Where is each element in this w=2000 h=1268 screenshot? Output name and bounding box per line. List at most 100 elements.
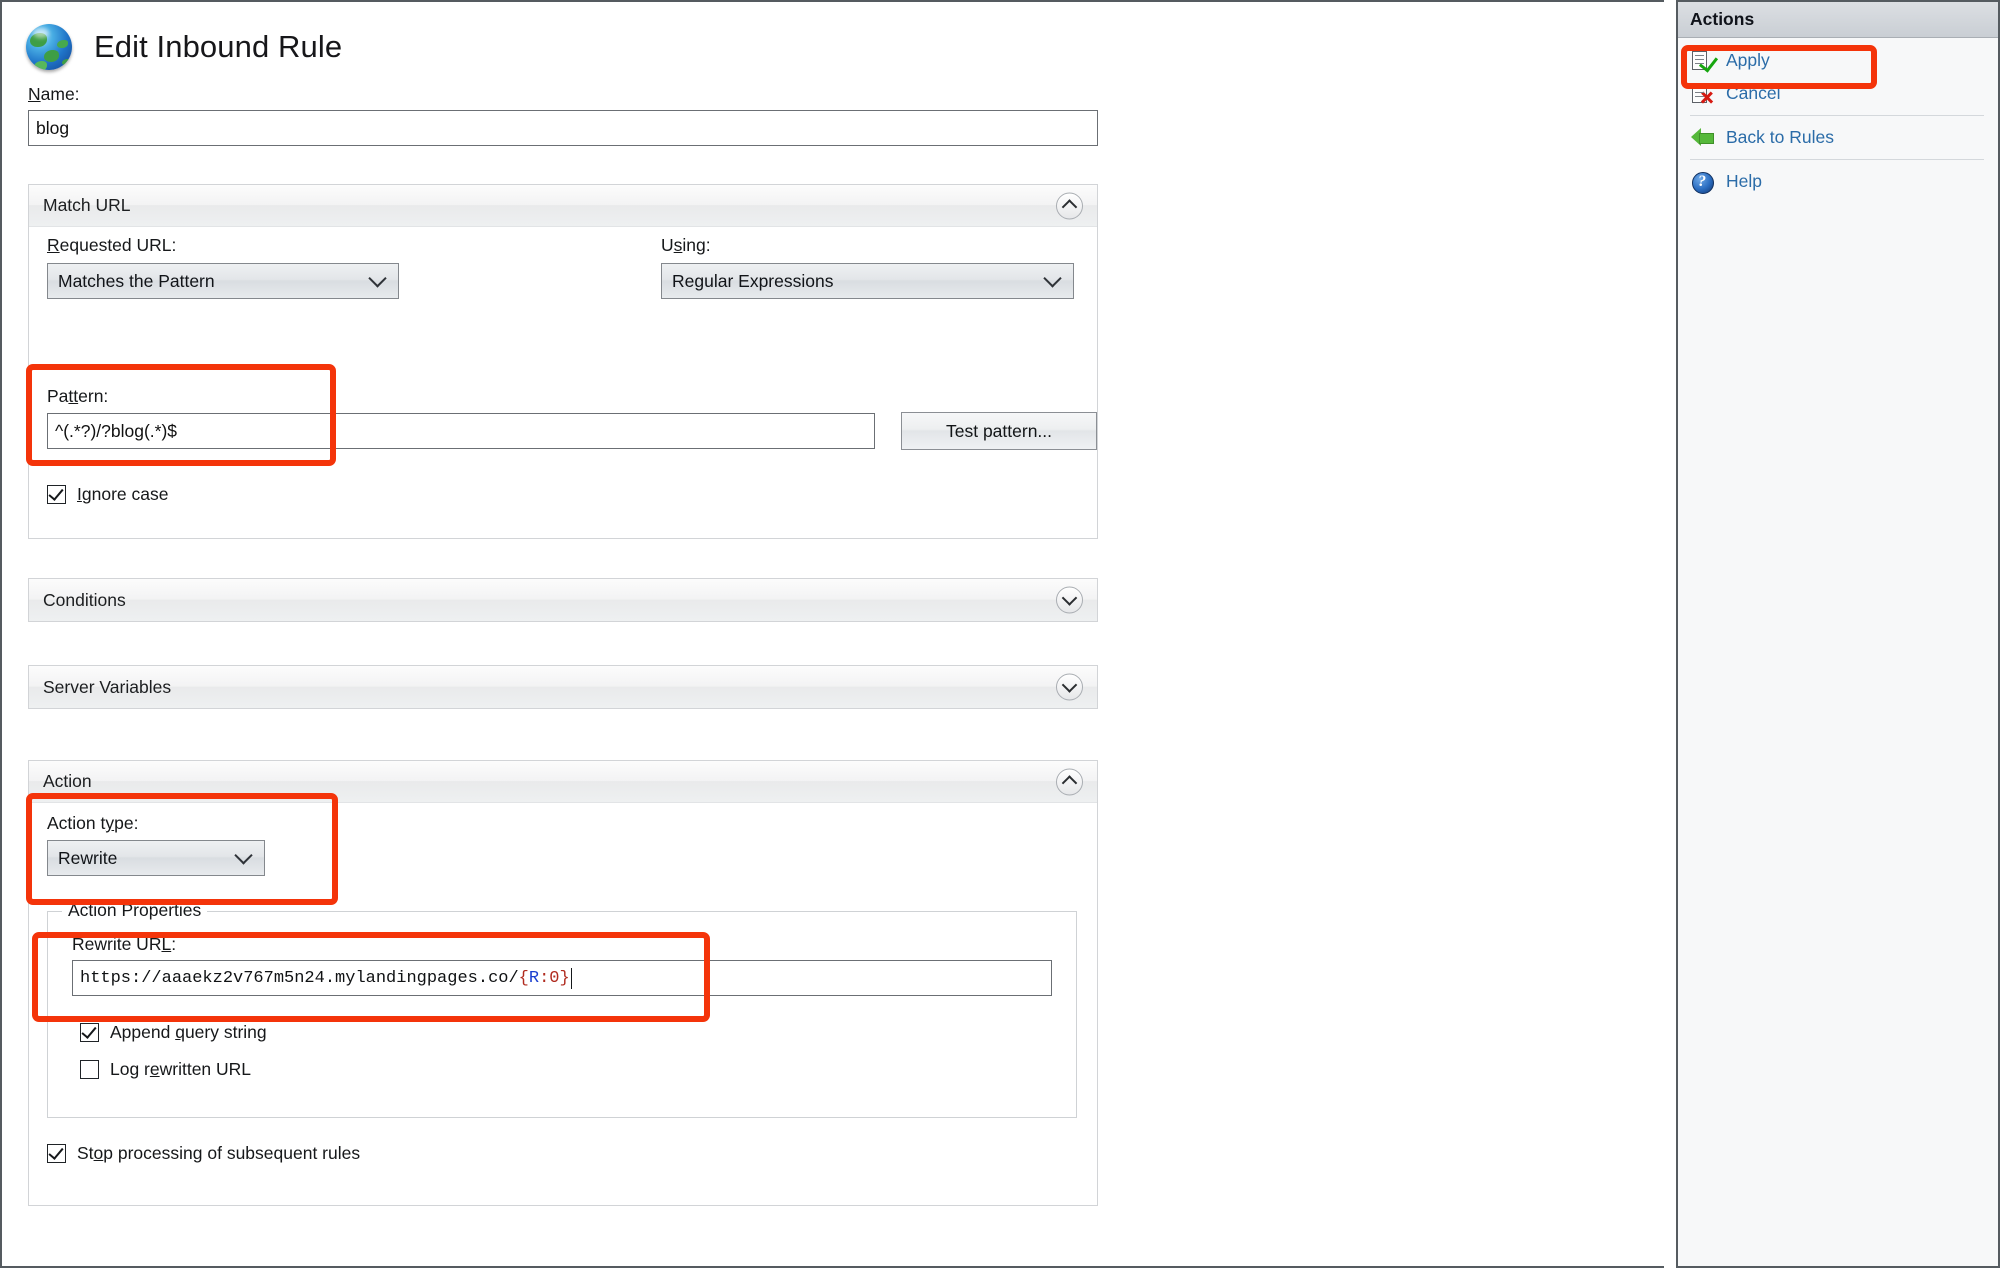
chevron-down-icon xyxy=(234,846,253,865)
chevron-down-icon xyxy=(368,269,387,288)
match-url-title: Match URL xyxy=(43,195,131,215)
using-label-pre: U xyxy=(661,235,674,255)
action-type-select[interactable]: Rewrite xyxy=(47,840,265,876)
using-select[interactable]: Regular Expressions xyxy=(661,263,1074,299)
using-label: Using: xyxy=(661,235,711,256)
match-url-body: Requested URL: Matches the Pattern Using… xyxy=(29,227,1097,357)
requested-url-value: Matches the Pattern xyxy=(58,270,215,291)
action-type-value: Rewrite xyxy=(58,847,118,868)
action-item-back-to-rules[interactable]: Back to Rules xyxy=(1678,121,1998,154)
using-label-rest: ing: xyxy=(682,235,711,255)
stop-processing-checkbox[interactable]: Stop processing of subsequent rules xyxy=(47,1143,360,1164)
rewrite-url-token-open: { xyxy=(518,968,529,988)
name-label-accesskey: N xyxy=(28,84,41,104)
checkbox-checked-icon xyxy=(47,485,66,504)
server-variables-title: Server Variables xyxy=(43,676,172,697)
action-item-cancel[interactable]: Cancel xyxy=(1678,77,1998,110)
action-item-apply[interactable]: Apply xyxy=(1678,44,1998,77)
page-header: Edit Inbound Rule xyxy=(26,24,342,70)
rule-name-input[interactable] xyxy=(28,110,1098,146)
stop-processing-label: Stop processing of subsequent rules xyxy=(77,1143,360,1164)
ignore-case-label-rest: gnore case xyxy=(81,484,169,504)
rewrite-url-prefix: https://aaaekz2v767m5n24.mylandingpages.… xyxy=(80,968,519,988)
append-query-string-label: Append query string xyxy=(110,1022,267,1043)
checkbox-unchecked-icon xyxy=(80,1060,99,1079)
rewrite-url-label-pre: Rewrite UR xyxy=(72,934,162,954)
rewrite-url-accesskey: L xyxy=(161,934,172,954)
actions-list: Apply Cancel Back to Rules ? Help xyxy=(1678,38,1998,198)
rule-editor-pane: Edit Inbound Rule Name: Match URL Reques… xyxy=(0,0,1664,1268)
action-type-label-pre: Action t xyxy=(47,813,106,833)
stop-processing-rest: p processing of subsequent rules xyxy=(103,1143,361,1163)
action-item-help-label: Help xyxy=(1726,171,1762,191)
chevron-up-icon[interactable] xyxy=(1056,192,1083,219)
stop-processing-accesskey: o xyxy=(93,1143,104,1163)
match-url-section: Match URL Requested URL: Matches the Pat… xyxy=(28,184,1098,356)
pattern-label-rest: ern: xyxy=(78,386,109,406)
log-rewritten-url-label: Log rewritten URL xyxy=(110,1059,251,1080)
ignore-case-label: Ignore case xyxy=(77,484,168,505)
name-label: Name: xyxy=(28,84,80,105)
page-title: Edit Inbound Rule xyxy=(94,29,343,64)
actions-pane-title: Actions xyxy=(1678,2,1998,38)
pattern-zone: Pattern: Test pattern... Ignore case xyxy=(28,356,1098,539)
action-type-label-rest: pe: xyxy=(114,813,139,833)
chevron-down-icon[interactable] xyxy=(1056,586,1083,614)
requested-url-label: Requested URL: xyxy=(47,235,176,256)
document-check-icon xyxy=(1690,49,1719,73)
checkbox-checked-icon xyxy=(47,1144,66,1163)
action-item-apply-label: Apply xyxy=(1726,50,1770,70)
action-properties-legend: Action Properties xyxy=(62,900,208,921)
action-title: Action xyxy=(43,771,92,791)
action-properties-group: Action Properties Rewrite URL: https://a… xyxy=(47,900,1077,1118)
requested-url-label-accesskey: R xyxy=(47,235,60,255)
action-item-cancel-label: Cancel xyxy=(1726,83,1781,103)
pattern-input[interactable] xyxy=(47,413,875,449)
globe-icon xyxy=(26,24,72,70)
rewrite-url-label: Rewrite URL: xyxy=(72,934,176,955)
rewrite-url-token-colon: : xyxy=(539,968,550,988)
rewrite-url-token-close: } xyxy=(559,968,570,988)
action-item-help[interactable]: ? Help xyxy=(1678,165,1998,198)
requested-url-select[interactable]: Matches the Pattern xyxy=(47,263,399,299)
action-section: Action Action type: Rewrite Action Prope… xyxy=(28,760,1098,1206)
log-rewritten-accesskey: e xyxy=(149,1059,160,1079)
rewrite-url-token-num: 0 xyxy=(549,968,560,988)
stop-processing-pre: St xyxy=(77,1143,94,1163)
actions-pane: Actions Apply Cancel Back to Rules ? Hel… xyxy=(1676,0,2000,1268)
checkbox-checked-icon xyxy=(80,1023,99,1042)
append-query-accesskey: q xyxy=(175,1022,185,1042)
test-pattern-button[interactable]: Test pattern... xyxy=(901,412,1097,450)
action-type-label: Action type: xyxy=(47,813,138,834)
append-query-pre: Append xyxy=(110,1022,176,1042)
conditions-title: Conditions xyxy=(43,589,126,610)
action-section-header[interactable]: Action xyxy=(29,761,1097,803)
rewrite-url-label-rest: : xyxy=(171,934,177,954)
conditions-section-header[interactable]: Conditions xyxy=(29,579,1097,621)
ignore-case-checkbox[interactable]: Ignore case xyxy=(47,484,168,505)
help-circle-icon: ? xyxy=(1690,170,1714,194)
log-rewritten-pre: Log r xyxy=(110,1059,150,1079)
log-rewritten-rest: written URL xyxy=(159,1059,252,1079)
log-rewritten-url-checkbox[interactable]: Log rewritten URL xyxy=(80,1059,251,1080)
chevron-down-icon[interactable] xyxy=(1056,673,1083,701)
match-url-section-header[interactable]: Match URL xyxy=(29,185,1097,227)
edit-inbound-rule-screen: Edit Inbound Rule Name: Match URL Reques… xyxy=(0,0,2000,1268)
action-body: Action type: Rewrite Action Properties R… xyxy=(29,803,1097,1205)
server-variables-section-header[interactable]: Server Variables xyxy=(29,666,1097,708)
append-query-rest: uery string xyxy=(184,1022,267,1042)
chevron-down-icon xyxy=(1043,269,1062,288)
action-type-accesskey: y xyxy=(105,813,115,833)
actions-divider xyxy=(1690,159,1984,160)
chevron-up-icon[interactable] xyxy=(1056,768,1083,795)
rewrite-url-input[interactable]: https://aaaekz2v767m5n24.mylandingpages.… xyxy=(72,960,1052,996)
requested-url-label-rest: equested URL: xyxy=(59,235,177,255)
append-query-string-checkbox[interactable]: Append query string xyxy=(80,1022,267,1043)
arrow-left-icon xyxy=(1690,126,1714,150)
pattern-label-pre: Pa xyxy=(47,386,69,406)
pattern-label-accesskey: tt xyxy=(68,386,79,406)
action-item-back-to-rules-label: Back to Rules xyxy=(1726,127,1834,147)
pattern-label: Pattern: xyxy=(47,386,108,407)
text-caret xyxy=(570,967,573,989)
actions-divider xyxy=(1690,115,1984,116)
